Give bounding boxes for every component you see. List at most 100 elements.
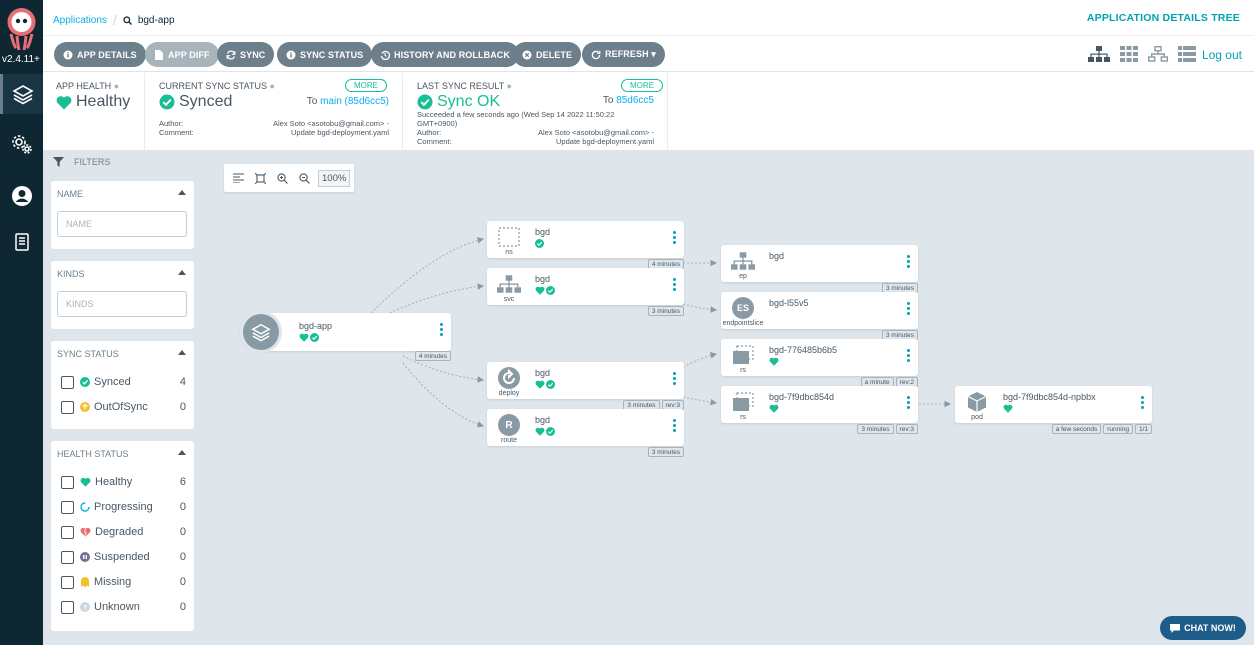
- nav-docs[interactable]: [0, 222, 43, 262]
- nav-settings[interactable]: [0, 124, 43, 164]
- node-menu-icon[interactable]: [673, 278, 676, 291]
- node-name: bgd-7f9dbc854d-npbbx: [1003, 392, 1096, 402]
- tree-view-icon[interactable]: [1088, 46, 1110, 62]
- refresh-button[interactable]: REFRESH ▾: [582, 42, 665, 67]
- filter-missing[interactable]: Missing 0: [61, 574, 186, 590]
- search-icon[interactable]: [123, 15, 132, 25]
- node-deploy[interactable]: deploy bgd 3 minutes rev:3: [487, 362, 684, 410]
- app-diff-button[interactable]: APP DIFF: [145, 42, 219, 67]
- name-filter-input[interactable]: NAME: [57, 211, 187, 237]
- sync-revision-link[interactable]: main (85d6cc5): [320, 96, 389, 107]
- chat-now-button[interactable]: CHAT NOW!: [1160, 616, 1246, 640]
- replicaset-icon: [729, 344, 757, 366]
- node-endpointslice[interactable]: ES endpointslice bgd-l55v5 3 minutes: [721, 292, 918, 340]
- node-rs-current[interactable]: rs bgd-7f9dbc854d 3 minutes rev:3: [721, 386, 918, 434]
- breadcrumb-applications[interactable]: Applications: [53, 15, 107, 26]
- zoom-out-icon[interactable]: [296, 170, 312, 186]
- filter-icon: [53, 157, 64, 167]
- pods-view-icon[interactable]: [1120, 46, 1138, 62]
- node-pod[interactable]: pod bgd-7f9dbc854d-npbbx a few seconds ru…: [955, 386, 1152, 434]
- filter-unknown[interactable]: ? Unknown 0: [61, 599, 186, 615]
- collapse-caret-icon[interactable]: [178, 190, 186, 195]
- filter-degraded[interactable]: Degraded 0: [61, 524, 186, 540]
- last-sync-panel: LAST SYNC RESULT ● MORE Sync OK To 85d6c…: [404, 73, 668, 151]
- collapse-caret-icon[interactable]: [178, 450, 186, 455]
- node-status: [769, 357, 779, 366]
- checkbox[interactable]: [61, 375, 74, 389]
- filter-count: 0: [179, 576, 186, 588]
- checkbox[interactable]: [61, 500, 74, 514]
- breadcrumb: Applications / bgd-app: [53, 12, 175, 28]
- last-sync-succeeded: Succeeded a few seconds ago (Wed Sep 14 …: [417, 110, 615, 128]
- collapse-caret-icon[interactable]: [178, 270, 186, 275]
- node-svc[interactable]: svc bgd 3 minutes: [487, 268, 684, 316]
- zoom-level[interactable]: 100%: [318, 169, 351, 187]
- node-menu-icon[interactable]: [673, 231, 676, 244]
- page-title: APPLICATION DETAILS TREE: [1086, 12, 1240, 24]
- refresh-label: REFRESH ▾: [605, 49, 656, 59]
- nav-user-info[interactable]: [0, 176, 43, 216]
- network-view-icon[interactable]: [1148, 46, 1168, 62]
- node-route[interactable]: R route bgd 3 minutes: [487, 409, 684, 457]
- logout-link[interactable]: Log out: [1202, 48, 1242, 62]
- check-circle-icon: [159, 94, 175, 110]
- node-menu-icon[interactable]: [440, 323, 443, 336]
- checkbox[interactable]: [61, 575, 74, 589]
- name-filter-title: NAME: [57, 189, 84, 199]
- node-menu-icon[interactable]: [907, 302, 910, 315]
- checkbox[interactable]: [61, 525, 74, 539]
- info-icon: [63, 50, 73, 60]
- node-status: [535, 380, 555, 389]
- app-health-label: APP HEALTH ●: [56, 81, 120, 91]
- heart-icon: [299, 333, 309, 342]
- node-menu-icon[interactable]: [907, 255, 910, 268]
- node-menu-icon[interactable]: [1141, 396, 1144, 409]
- filter-suspended[interactable]: Suspended 0: [61, 549, 186, 565]
- node-menu-icon[interactable]: [673, 419, 676, 432]
- name-filter: NAME NAME: [51, 181, 194, 249]
- fit-screen-icon[interactable]: [252, 170, 268, 186]
- filter-count: 0: [179, 501, 186, 513]
- zoom-in-icon[interactable]: [274, 170, 290, 186]
- checkbox[interactable]: [61, 600, 74, 614]
- last-sync-revision-link[interactable]: 85d6cc5: [616, 95, 654, 106]
- help-icon: ●: [506, 81, 512, 91]
- kinds-filter-title: KINDS: [57, 269, 85, 279]
- filter-progressing[interactable]: Progressing 0: [61, 499, 186, 515]
- node-menu-icon[interactable]: [907, 349, 910, 362]
- last-sync-more-button[interactable]: MORE: [621, 79, 663, 92]
- align-left-icon[interactable]: [230, 170, 246, 186]
- current-sync-label: CURRENT SYNC STATUS ●: [159, 81, 275, 91]
- help-icon: ●: [269, 81, 275, 91]
- sync-button[interactable]: SYNC: [217, 42, 275, 67]
- filter-label: Unknown: [94, 601, 140, 613]
- app-details-button[interactable]: APP DETAILS: [54, 42, 146, 67]
- sync-status-button[interactable]: SYNC STATUS: [277, 42, 373, 67]
- collapse-caret-icon[interactable]: [178, 350, 186, 355]
- node-app[interactable]: bgd-app 4 minutes: [240, 311, 451, 361]
- kinds-filter-input[interactable]: KINDS: [57, 291, 187, 317]
- list-view-icon[interactable]: [1178, 46, 1196, 62]
- last-sync-label: LAST SYNC RESULT ●: [417, 81, 512, 91]
- nav-applications[interactable]: [0, 74, 43, 114]
- checkbox[interactable]: [61, 550, 74, 564]
- node-ep[interactable]: ep bgd 3 minutes: [721, 245, 918, 293]
- node-rs-old[interactable]: rs bgd-776485b6b5 a minute rev:2: [721, 339, 918, 387]
- delete-button[interactable]: DELETE: [513, 42, 582, 67]
- node-name: bgd: [535, 415, 551, 425]
- sync-status-value: Synced: [159, 93, 232, 111]
- node-menu-icon[interactable]: [907, 396, 910, 409]
- checkbox[interactable]: [61, 475, 74, 489]
- sync-more-button[interactable]: MORE: [345, 79, 387, 92]
- node-name: bgd: [535, 368, 551, 378]
- gears-icon: [11, 135, 32, 154]
- filter-synced[interactable]: Synced 4: [61, 374, 186, 390]
- history-rollback-button[interactable]: HISTORY AND ROLLBACK: [371, 42, 520, 67]
- argo-logo[interactable]: [6, 6, 37, 51]
- kinds-filter: KINDS KINDS: [51, 261, 194, 329]
- node-menu-icon[interactable]: [673, 372, 676, 385]
- node-ns[interactable]: ns bgd 4 minutes: [487, 221, 684, 269]
- filter-outofsync[interactable]: OutOfSync 0: [61, 399, 186, 415]
- checkbox[interactable]: [61, 400, 74, 414]
- filter-healthy[interactable]: Healthy 6: [61, 474, 186, 490]
